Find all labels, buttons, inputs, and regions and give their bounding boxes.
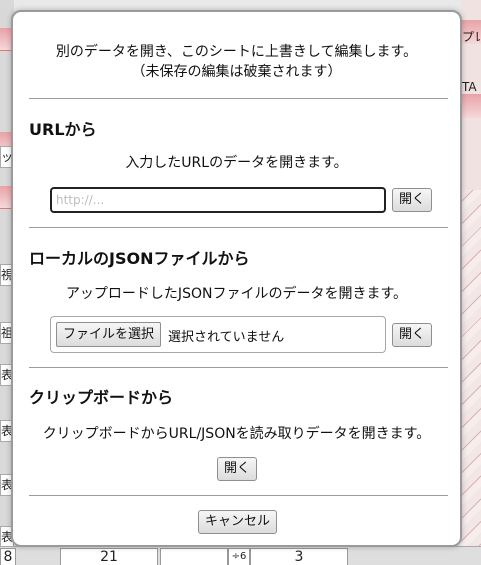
url-input[interactable] xyxy=(50,187,386,213)
background-cell xyxy=(160,548,228,565)
divider xyxy=(29,495,448,496)
intro-line-1: 別のデータを開き、このシートに上書きして編集します。 xyxy=(55,44,418,60)
background-illustration xyxy=(461,190,481,550)
dialog-intro: 別のデータを開き、このシートに上書きして編集します。 （未保存の編集は破棄されま… xyxy=(13,42,460,82)
url-open-button[interactable]: 開く xyxy=(392,188,433,212)
url-section-description: 入力したURLのデータを開きます。 xyxy=(125,155,348,171)
file-status-text: 選択されていません xyxy=(168,330,285,345)
background-cell: 3 xyxy=(250,548,348,565)
background-right-column: プレ TA xyxy=(461,0,481,565)
json-section-heading: ローカルのJSONファイルから xyxy=(29,249,250,268)
divider xyxy=(29,98,448,99)
intro-line-2: （未保存の編集は破棄されます） xyxy=(131,64,342,80)
json-open-button[interactable]: 開く xyxy=(392,323,433,347)
background-cell: ÷6 xyxy=(228,548,250,565)
background-cell: 8 xyxy=(0,548,16,565)
file-input[interactable]: ファイルを選択 選択されていません xyxy=(50,316,386,353)
background-band xyxy=(461,94,481,118)
divider xyxy=(29,227,448,228)
clipboard-section-description: クリップボードからURL/JSONを読み取りデータを開きます。 xyxy=(42,426,431,442)
clipboard-section-heading: クリップボードから xyxy=(29,388,174,407)
json-section-description: アップロードしたJSONファイルのデータを開きます。 xyxy=(65,286,408,302)
background-text: TA xyxy=(462,80,477,94)
cancel-button[interactable]: キャンセル xyxy=(198,510,278,534)
clipboard-open-button[interactable]: 開く xyxy=(217,457,258,481)
divider xyxy=(29,367,448,368)
url-section-heading: URLから xyxy=(29,120,97,139)
background-text: プレ xyxy=(462,30,480,44)
open-data-dialog: 別のデータを開き、このシートに上書きして編集します。 （未保存の編集は破棄されま… xyxy=(11,10,462,547)
background-cell: 21 xyxy=(60,548,158,565)
background-bottom-bar: 8 21 ÷6 3 xyxy=(0,546,481,565)
choose-file-button[interactable]: ファイルを選択 xyxy=(56,322,162,347)
